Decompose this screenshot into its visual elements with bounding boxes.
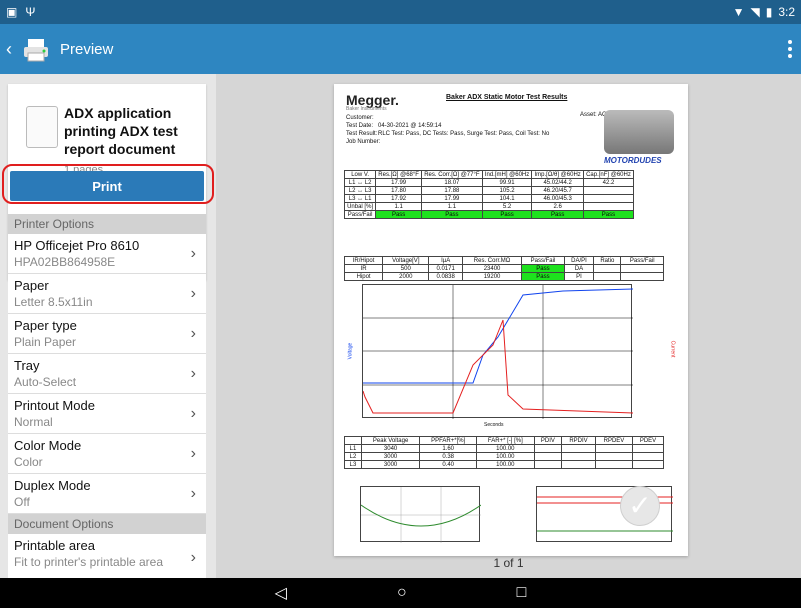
chevron-right-icon: › <box>190 404 196 422</box>
option-value: Auto-Select <box>14 375 77 389</box>
status-bar: ▣ Ψ ▼ ◥ ▮ 3:2 <box>0 0 801 24</box>
table-row: L2 3000 0.38 100.00 <box>344 452 664 461</box>
table-row: L3 3000 0.40 100.00 <box>344 460 664 469</box>
option-value: Off <box>14 495 30 509</box>
table-row: Hipot 2000 0.0838 19200 Pass PI <box>343 272 664 281</box>
motor-image <box>604 110 674 154</box>
back-icon[interactable]: ‹ <box>6 40 20 58</box>
x-axis-label: Seconds <box>484 422 504 428</box>
table-header: IR/Hipot Voltage[V] IµA Res. Corr.MΩ Pass/Fa… <box>343 256 664 265</box>
ir-hipot-table: IR/Hipot Voltage[V] IµA Res. Corr.MΩ Pass/Fa… <box>343 256 664 281</box>
navigation-bar: ◁ ○ □ <box>0 578 801 608</box>
chevron-right-icon: › <box>190 324 196 342</box>
document-title: ADX application printing ADX test report… <box>64 105 178 157</box>
print-app-icon[interactable] <box>22 35 50 63</box>
option-label: HP Officejet Pro 8610 <box>14 238 140 253</box>
option-duplex-mode[interactable]: Duplex Mode Off › <box>8 474 206 514</box>
home-nav-icon[interactable]: ○ <box>397 584 407 602</box>
option-value: Fit to printer's printable area <box>14 555 164 569</box>
recents-nav-icon[interactable]: □ <box>517 584 527 602</box>
option-label: Color Mode <box>14 438 82 453</box>
table-row: Unbal [%] 1.1 1.1 5.2 2.6 <box>343 202 635 211</box>
test-date-label: Test Date: <box>346 123 374 129</box>
option-label: Printable area <box>14 538 95 553</box>
app-title: Preview <box>60 40 114 58</box>
photo-icon: ▣ <box>6 5 18 19</box>
option-paper-type[interactable]: Paper type Plain Paper › <box>8 314 206 354</box>
surge-table: Peak Voltage PPFAR+*[%] FAR+* [-] [%] PDIV R… <box>344 436 664 469</box>
page-indicator: 1 of 1 <box>493 556 524 570</box>
test-result-label: Test Result: <box>346 131 378 137</box>
document-thumbnail <box>26 106 58 148</box>
option-color-mode[interactable]: Color Mode Color › <box>8 434 206 474</box>
option-value: HPA02BB864958E <box>14 255 116 269</box>
clock: 3:2 <box>778 5 795 19</box>
option-printout-mode[interactable]: Printout Mode Normal › <box>8 394 206 434</box>
chevron-right-icon: › <box>190 444 196 462</box>
voltage-current-plot <box>362 284 634 419</box>
print-options-panel: ADX application printing ADX test report… <box>0 74 216 578</box>
preview-area: Megger. Baker Instruments Baker ADX Stat… <box>216 74 801 578</box>
back-nav-icon[interactable]: ◁ <box>275 583 287 603</box>
preview-page[interactable]: Megger. Baker Instruments Baker ADX Stat… <box>334 84 688 556</box>
app-bar: ‹ Preview <box>0 24 801 74</box>
rlc-table: Low V. Res.[Ω] @68°F Res. Corr.[Ω] @77°F In… <box>343 170 635 219</box>
chevron-right-icon: › <box>190 244 196 262</box>
motordudes-brand: MOTORDUDES <box>604 156 662 165</box>
option-label: Paper type <box>14 318 77 333</box>
job-number-label: Job Number: <box>346 139 381 145</box>
checkmark-icon: ✓ <box>620 486 660 526</box>
battery-icon: ▮ <box>765 5 773 19</box>
signal-icon: ◥ <box>750 5 760 19</box>
megger-logo: Megger. Baker Instruments <box>346 92 399 112</box>
option-label: Paper <box>14 278 49 293</box>
wifi-icon: ▼ <box>732 5 745 19</box>
overflow-menu-icon[interactable] <box>787 40 793 58</box>
table-row: L1 ↔ L2 17.99 18.07 99.91 45.02/44.2 42.2 <box>343 178 635 187</box>
report-heading: Baker ADX Static Motor Test Results <box>446 94 568 101</box>
chevron-right-icon: › <box>190 364 196 382</box>
option-printable-area[interactable]: Printable area Fit to printer's printabl… <box>8 534 206 578</box>
chevron-right-icon: › <box>190 548 196 566</box>
chevron-right-icon: › <box>190 484 196 502</box>
option-value: Plain Paper <box>14 335 77 349</box>
option-label: Printout Mode <box>14 398 95 413</box>
option-value: Letter 8.5x11in <box>14 295 93 309</box>
surge-waveform-plot <box>360 486 482 543</box>
table-header: Low V. Res.[Ω] @68°F Res. Corr.[Ω] @77°F In… <box>343 170 635 179</box>
table-row: L2 ↔ L3 17.80 17.88 105.2 46.20/45.7 <box>343 186 635 195</box>
table-row: L3 ↔ L1 17.92 17.99 104.1 46.00/45.3 <box>343 194 635 203</box>
usb-icon: Ψ <box>25 5 36 19</box>
option-tray[interactable]: Tray Auto-Select › <box>8 354 206 394</box>
table-row: L1 3040 1.60 100.00 <box>344 444 664 453</box>
option-paper[interactable]: Paper Letter 8.5x11in › <box>8 274 206 314</box>
table-row: IR 500 0.0171 23400 Pass DA <box>343 264 664 273</box>
report-meta: Customer: Test Date: 04-30-2021 @ 14:59:1… <box>346 114 549 146</box>
table-row: Pass/Fail Pass Pass Pass Pass Pass <box>343 210 635 219</box>
chevron-right-icon: › <box>190 284 196 302</box>
document-options-header: Document Options <box>8 514 206 534</box>
print-button[interactable]: Print <box>10 171 204 201</box>
table-header: Peak Voltage PPFAR+*[%] FAR+* [-] [%] PDIV R… <box>344 436 664 445</box>
option-value: Normal <box>14 415 53 429</box>
option-value: Color <box>14 455 43 469</box>
option-label: Tray <box>14 358 40 373</box>
printer-options-header: Printer Options <box>8 214 206 234</box>
y-axis-right-label: Current <box>669 340 676 358</box>
test-date: 04-30-2021 @ 14:59:14 <box>378 123 442 129</box>
option-printer[interactable]: HP Officejet Pro 8610 HPA02BB864958E › <box>8 234 206 274</box>
y-axis-left-label: Voltage <box>347 342 354 360</box>
option-label: Duplex Mode <box>14 478 91 493</box>
asset-label: Asset: AC <box>580 112 607 118</box>
test-result: RLC Test: Pass, DC Tests: Pass, Surge Te… <box>378 131 550 137</box>
customer-label: Customer: <box>346 115 374 121</box>
